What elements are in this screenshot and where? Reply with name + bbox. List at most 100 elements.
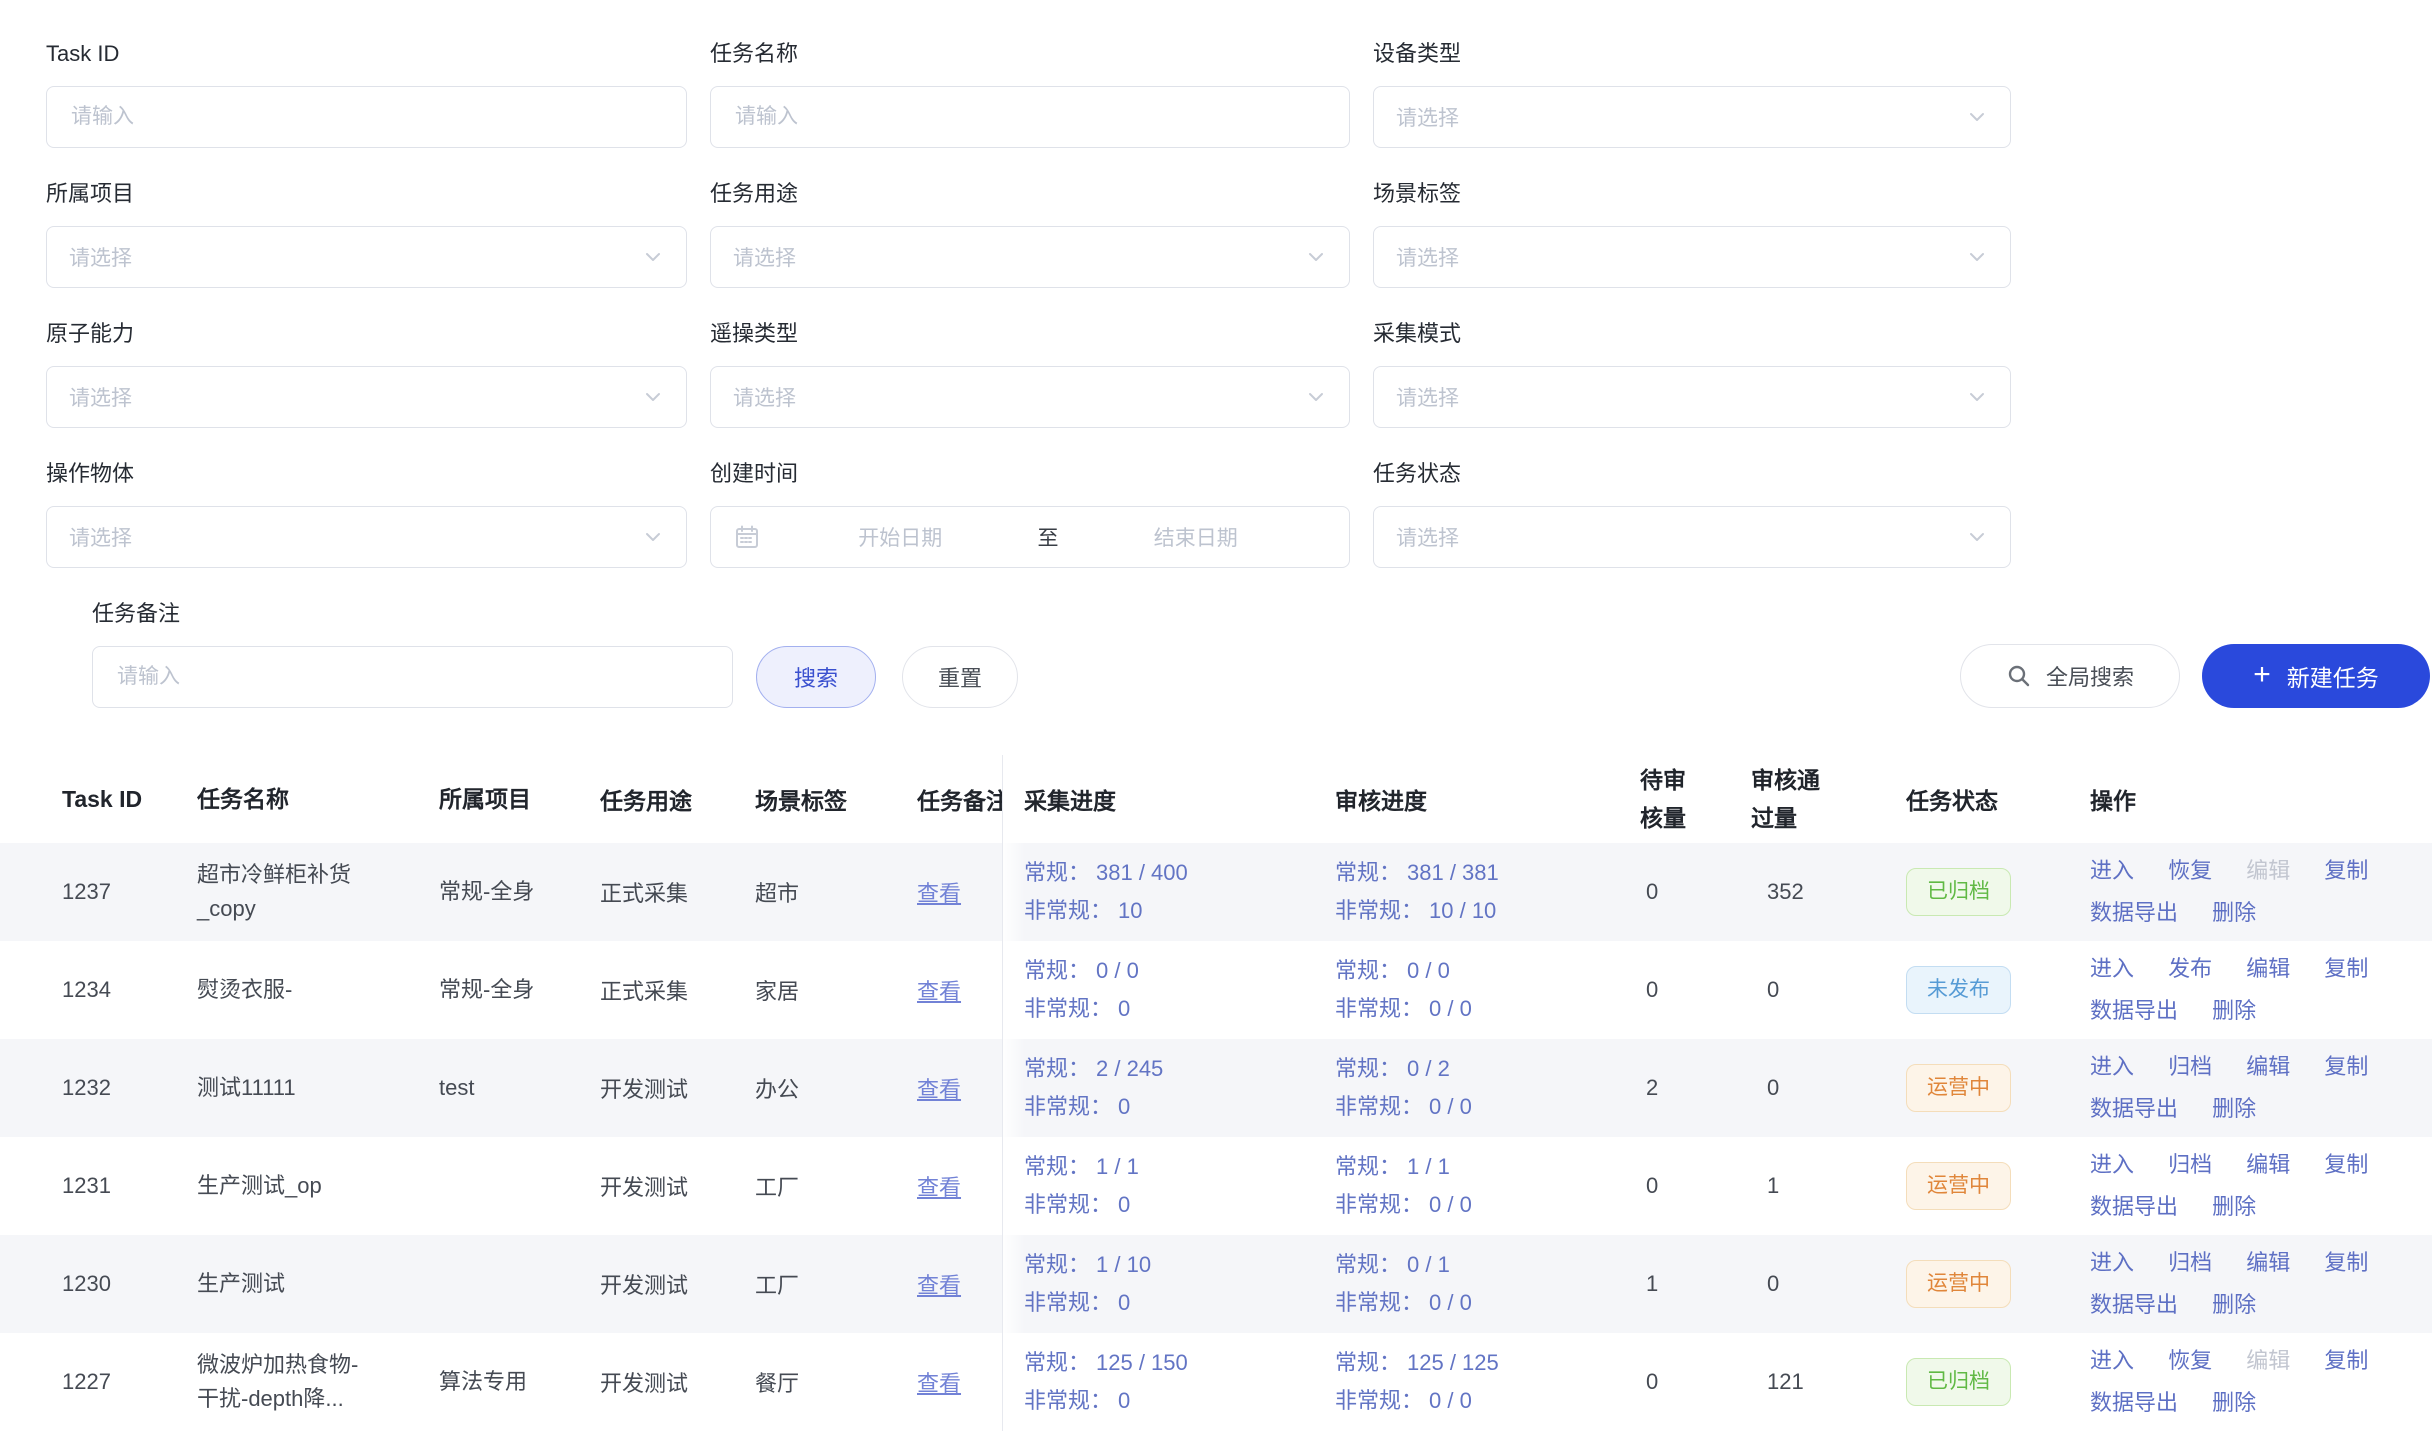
action-copy[interactable]: 复制 <box>2324 1348 2368 1373</box>
view-remark-link[interactable]: 查看 <box>917 1175 961 1200</box>
device-type-select[interactable]: 请选择 <box>1373 86 2011 148</box>
action-export[interactable]: 数据导出 <box>2090 1390 2178 1415</box>
column-header-passed-count: 审核通过量 <box>1749 761 1906 837</box>
new-task-button[interactable]: + 新建任务 <box>2202 644 2430 708</box>
view-remark-link[interactable]: 查看 <box>917 979 961 1004</box>
action-edit[interactable]: 编辑 <box>2246 1054 2290 1079</box>
cell-passed-count: 0 <box>1749 977 1906 1003</box>
view-remark-link[interactable]: 查看 <box>917 1273 961 1298</box>
action-enter[interactable]: 进入 <box>2090 1348 2134 1373</box>
filter-field-task-id: Task ID <box>46 40 687 148</box>
action-copy[interactable]: 复制 <box>2324 1250 2368 1275</box>
filter-field-project: 所属项目 请选择 <box>46 180 687 288</box>
column-header-status: 任务状态 <box>1906 782 2090 816</box>
cell-project: 常规-全身 <box>430 973 595 1007</box>
action-export[interactable]: 数据导出 <box>2090 1096 2178 1121</box>
action-export[interactable]: 数据导出 <box>2090 900 2178 925</box>
status-badge: 已归档 <box>1906 1358 2011 1406</box>
scene-tag-select[interactable]: 请选择 <box>1373 226 2011 288</box>
field-label: 所属项目 <box>46 180 687 208</box>
view-remark-link[interactable]: 查看 <box>917 1077 961 1102</box>
column-header-actions: 操作 <box>2090 782 2432 816</box>
action-delete[interactable]: 删除 <box>2212 900 2256 925</box>
action-copy[interactable]: 复制 <box>2324 858 2368 883</box>
cell-collect-progress: 常规：125 / 150 非常规：0 <box>1015 1344 1330 1420</box>
action-enter[interactable]: 进入 <box>2090 956 2134 981</box>
view-remark-link[interactable]: 查看 <box>917 1371 961 1396</box>
action-edit[interactable]: 编辑 <box>2246 956 2290 981</box>
action-export[interactable]: 数据导出 <box>2090 1194 2178 1219</box>
action-delete[interactable]: 删除 <box>2212 1390 2256 1415</box>
task-status-select[interactable]: 请选择 <box>1373 506 2011 568</box>
chevron-down-icon <box>642 526 664 548</box>
global-search-button[interactable]: 全局搜索 <box>1960 644 2180 708</box>
action-copy[interactable]: 复制 <box>2324 1152 2368 1177</box>
action-export[interactable]: 数据导出 <box>2090 1292 2178 1317</box>
field-label: 操作物体 <box>46 460 687 488</box>
cell-task-name: 生产测试_op <box>180 1169 430 1203</box>
action-enter[interactable]: 进入 <box>2090 1250 2134 1275</box>
teleop-type-select[interactable]: 请选择 <box>710 366 1350 428</box>
cell-task-name: 超市冷鲜柜补货_copy <box>180 858 430 926</box>
cell-purpose: 开发测试 <box>595 1366 755 1398</box>
search-button[interactable]: 搜索 <box>756 646 876 708</box>
task-id-input[interactable] <box>69 104 664 130</box>
task-remark-input[interactable] <box>115 664 710 690</box>
action-enter[interactable]: 进入 <box>2090 1152 2134 1177</box>
field-label: 任务名称 <box>710 40 1350 68</box>
cell-review-progress: 常规：1 / 1 非常规：0 / 0 <box>1330 1148 1634 1224</box>
table-row: 1234 熨烫衣服- 常规-全身 正式采集 家居 查看 常规：0 / 0 非常规… <box>0 941 2432 1039</box>
field-label: 创建时间 <box>710 460 1350 488</box>
filter-field-task-remark: 任务备注 <box>92 600 733 708</box>
filter-action-row: 任务备注 搜索 重置 全局搜索 + 新建任务 <box>92 600 2430 708</box>
purpose-select[interactable]: 请选择 <box>710 226 1350 288</box>
start-date-input[interactable]: 开始日期 <box>769 522 1032 552</box>
task-name-input[interactable] <box>733 104 1327 130</box>
filter-field-atomic-ability: 原子能力 请选择 <box>46 320 687 428</box>
date-range-picker[interactable]: 开始日期 至 结束日期 <box>710 506 1350 568</box>
action-publish[interactable]: 发布 <box>2168 956 2212 981</box>
end-date-input[interactable]: 结束日期 <box>1065 522 1328 552</box>
view-remark-link[interactable]: 查看 <box>917 881 961 906</box>
cell-task-id: 1230 <box>0 1271 180 1297</box>
action-edit[interactable]: 编辑 <box>2246 1250 2290 1275</box>
action-archive[interactable]: 归档 <box>2168 1054 2212 1079</box>
calendar-icon <box>733 523 761 551</box>
project-select[interactable]: 请选择 <box>46 226 687 288</box>
action-edit[interactable]: 编辑 <box>2246 1152 2290 1177</box>
atomic-ability-select[interactable]: 请选择 <box>46 366 687 428</box>
cell-purpose: 正式采集 <box>595 876 755 908</box>
cell-purpose: 开发测试 <box>595 1268 755 1300</box>
action-enter[interactable]: 进入 <box>2090 858 2134 883</box>
cell-task-id: 1237 <box>0 879 180 905</box>
cell-purpose: 开发测试 <box>595 1072 755 1104</box>
operate-object-select[interactable]: 请选择 <box>46 506 687 568</box>
reset-button[interactable]: 重置 <box>902 646 1018 708</box>
action-delete[interactable]: 删除 <box>2212 1292 2256 1317</box>
action-restore[interactable]: 恢复 <box>2168 1348 2212 1373</box>
cell-review-progress: 常规：0 / 2 非常规：0 / 0 <box>1330 1050 1634 1126</box>
cell-actions: 进入 恢复 编辑 复制 数据导出 删除 <box>2090 850 2432 934</box>
field-label: 设备类型 <box>1373 40 2011 68</box>
action-archive[interactable]: 归档 <box>2168 1152 2212 1177</box>
collect-mode-select[interactable]: 请选择 <box>1373 366 2011 428</box>
column-header-scene: 场景标签 <box>755 782 912 816</box>
action-copy[interactable]: 复制 <box>2324 956 2368 981</box>
filter-field-purpose: 任务用途 请选择 <box>710 180 1350 288</box>
action-delete[interactable]: 删除 <box>2212 1194 2256 1219</box>
cell-project: 常规-全身 <box>430 875 595 909</box>
field-label: 遥操类型 <box>710 320 1350 348</box>
action-copy[interactable]: 复制 <box>2324 1054 2368 1079</box>
action-enter[interactable]: 进入 <box>2090 1054 2134 1079</box>
chevron-down-icon <box>1305 386 1327 408</box>
cell-passed-count: 0 <box>1749 1271 1906 1297</box>
action-archive[interactable]: 归档 <box>2168 1250 2212 1275</box>
action-export[interactable]: 数据导出 <box>2090 998 2178 1023</box>
action-delete[interactable]: 删除 <box>2212 1096 2256 1121</box>
column-header-task-name: 任务名称 <box>180 782 430 816</box>
cell-passed-count: 1 <box>1749 1173 1906 1199</box>
action-delete[interactable]: 删除 <box>2212 998 2256 1023</box>
action-restore[interactable]: 恢复 <box>2168 858 2212 883</box>
field-label: 任务用途 <box>710 180 1350 208</box>
field-label: 任务状态 <box>1373 460 2011 488</box>
